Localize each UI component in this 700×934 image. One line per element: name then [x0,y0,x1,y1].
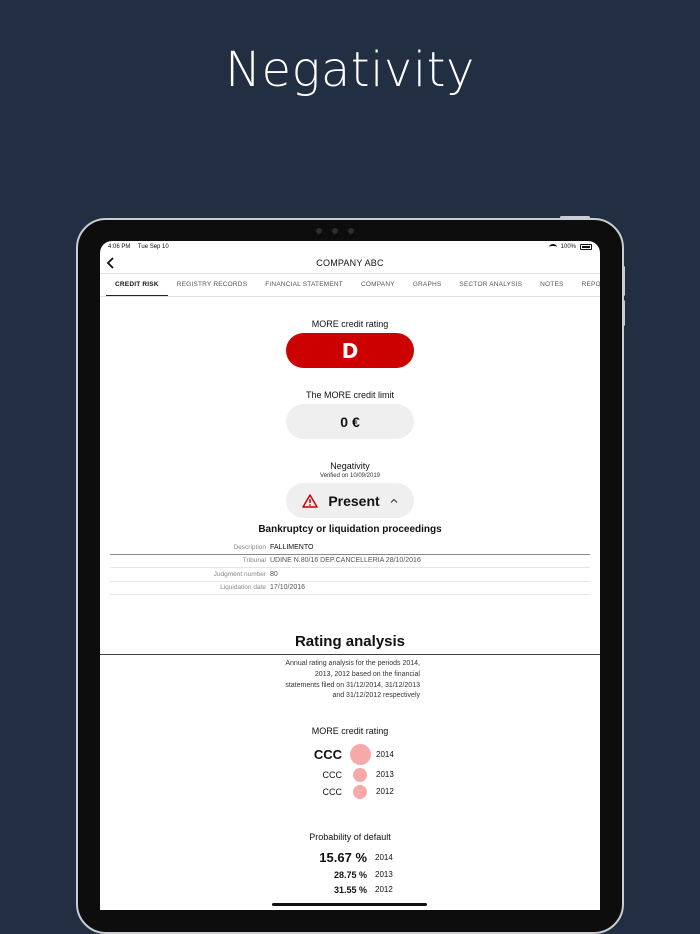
table-row: Liquidation date 17/10/2016 [110,582,590,595]
top-button [560,216,590,219]
rating-history-label: MORE credit rating [311,726,389,737]
credit-rating-badge: D [286,333,414,368]
probability-of-default: Probability of default 15.67 % 2014 28.7… [100,832,600,897]
pd-year: 2013 [375,870,393,880]
sensor-icon [316,228,322,234]
tab-credit-risk[interactable]: CREDIT RISK [106,274,168,296]
battery-percent: 100% [560,244,576,250]
tab-reports[interactable]: REPOR [573,274,600,296]
list-item: CCC 2013 [100,766,600,783]
pd-value: 31.55 % [333,884,367,895]
app-screen: 4:06 PM Tue Sep 10 100% COMPANY ABC CRED… [100,241,600,910]
credit-limit-label: The MORE credit limit [305,390,394,400]
table-row: Judgment number 80 [110,568,590,582]
status-bar: 4:06 PM Tue Sep 10 100% [100,241,600,253]
rating-year: 2013 [376,770,394,780]
row-value: UDINE N.80/16 DEP.CANCELLERIA 28/10/2016 [270,557,421,565]
row-value: FALLIMENTO [270,543,314,551]
status-time: 4:06 PM [108,244,131,250]
list-item: 28.75 % 2013 [100,867,600,882]
rating-value: CCC [313,746,342,762]
negativity-value: Present [328,492,380,509]
page-title: COMPANY ABC [316,258,384,268]
row-label: Judgment number [213,570,266,578]
navigation-bar: COMPANY ABC [100,253,600,273]
status-date: Tue Sep 10 [137,244,169,250]
tab-graphs[interactable]: GRAPHS [404,274,451,296]
tab-sector-analysis[interactable]: SECTOR ANALYSIS [450,274,531,296]
table-row: Tribunal UDINE N.80/16 DEP.CANCELLERIA 2… [110,555,590,568]
row-label: Description [233,543,266,551]
row-value: 17/10/2016 [270,584,306,592]
tab-company[interactable]: COMPANY [352,274,404,296]
credit-rating-label: MORE credit rating [311,319,389,329]
table-row: Description FALLIMENTO [110,541,590,555]
negativity-toggle[interactable]: Present [286,483,414,518]
volume-down-button [622,300,625,326]
chevron-up-icon [390,498,398,503]
rating-dot [353,767,367,782]
battery-icon [580,244,592,250]
rating-year: 2014 [376,749,394,759]
tab-bar: CREDIT RISK REGISTRY RECORDS FINANCIAL S… [100,273,600,297]
rating-value: CCC [322,786,343,797]
wifi-icon [548,244,557,250]
tab-registry-records[interactable]: REGISTRY RECORDS [168,274,257,296]
credit-risk-content: MORE credit rating D The MORE credit lim… [100,319,600,897]
sensor-icon [348,228,354,234]
row-value: 80 [270,570,278,578]
row-label: Liquidation date [220,584,266,592]
pd-year: 2014 [375,853,393,863]
tab-notes[interactable]: NOTES [531,274,572,296]
rating-dot [353,784,367,799]
headline: Negativity [225,42,475,98]
volume-up-button [622,266,625,296]
rating-value: CCC [322,769,343,780]
pd-year: 2012 [375,885,393,895]
credit-limit-value: 0 € [286,404,414,439]
list-item: 31.55 % 2012 [100,882,600,897]
divider [100,654,600,655]
pd-label: Probability of default [309,832,391,843]
rating-year: 2012 [376,787,394,797]
rating-history: MORE credit rating CCC 2014 CCC 2013 CCC… [100,726,600,800]
list-item: CCC 2014 [100,742,600,766]
row-label: Tribunal [242,557,266,565]
list-item: 15.67 % 2014 [100,848,600,867]
verified-date: Verified on 10/09/2019 [319,473,381,479]
warning-icon [302,493,319,508]
proceedings-table: Description FALLIMENTO Tribunal UDINE N.… [110,541,590,595]
pd-value: 15.67 % [319,850,367,866]
back-chevron-icon[interactable] [106,256,116,270]
negativity-label: Negativity [330,461,370,471]
home-indicator[interactable] [272,903,427,906]
rating-analysis-description: Annual rating analysis for the periods 2… [285,660,420,700]
rating-analysis-title: Rating analysis [294,633,406,650]
list-item: CCC 2012 [100,783,600,800]
pd-value: 28.75 % [333,869,367,880]
proceedings-heading: Bankruptcy or liquidation proceedings [258,524,442,535]
rating-dot [349,743,371,765]
camera-icon [332,228,338,234]
tab-financial-statement[interactable]: FINANCIAL STATEMENT [256,274,352,296]
